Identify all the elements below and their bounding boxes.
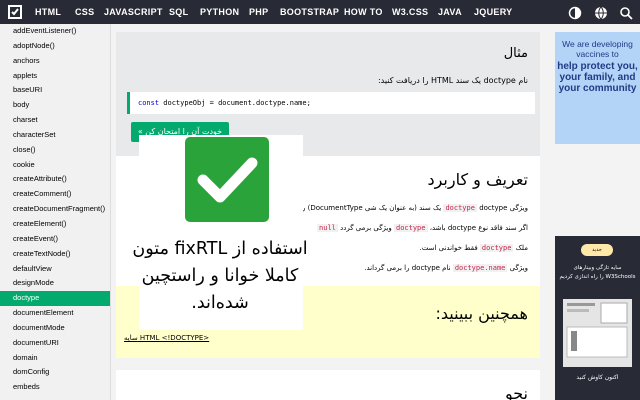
nav-item-javascript[interactable]: JAVASCRIPT	[104, 0, 163, 24]
sidebar-item[interactable]: baseURI	[0, 83, 110, 98]
syntax-title: نحو	[504, 384, 528, 400]
code-example: const doctypeObj = document.doctype.name…	[127, 92, 535, 114]
nav-item-w3css[interactable]: W3.CSS	[392, 0, 428, 24]
promo-text: استفاده از fixRTL متون کاملا خوانا و راس…	[132, 239, 308, 313]
webinar-ad[interactable]: جدید سایه تازگی وبینارهای W3Schools را ر…	[555, 236, 640, 400]
sidebar-item[interactable]: charset	[0, 113, 110, 128]
nav-item-bootstrap[interactable]: BOOTSTRAP	[280, 0, 339, 24]
nav-item-sql[interactable]: SQL	[169, 0, 188, 24]
right-ads-column: We are developing vaccines to help prote…	[555, 24, 640, 400]
sidebar-item[interactable]: createComment()	[0, 187, 110, 202]
definition-line: اگر سند فاقد نوع doctype باشد، doctype و…	[317, 224, 528, 232]
sidebar-item[interactable]: createDocumentFragment()	[0, 202, 110, 217]
globe-icon[interactable]	[594, 5, 608, 20]
nav-item-java[interactable]: JAVA	[438, 0, 462, 24]
nav-item-python[interactable]: PYTHON	[200, 0, 239, 24]
definition-title: تعریف و کاربرد	[427, 170, 528, 189]
sidebar-item[interactable]: createEvent()	[0, 232, 110, 247]
ad-cta[interactable]: اکنون کاوش کنید	[559, 374, 636, 381]
top-nav: HTML CSS JAVASCRIPT SQL PYTHON PHP BOOTS…	[0, 0, 640, 24]
sidebar-item[interactable]: documentElement	[0, 306, 110, 321]
sidebar-item-active[interactable]: doctype	[0, 291, 110, 307]
sidebar-item[interactable]: addEventListener()	[0, 24, 110, 39]
sidebar-item[interactable]: close()	[0, 143, 110, 158]
sidebar-item[interactable]: createAttribute()	[0, 172, 110, 187]
code-keyword: const	[138, 99, 160, 107]
sidebar-item[interactable]: embeds	[0, 380, 110, 395]
vaccine-ad[interactable]: We are developing vaccines to help prote…	[555, 32, 640, 144]
sidebar-item[interactable]: characterSet	[0, 128, 110, 143]
sidebar: addEventListener() adoptNode() anchors a…	[0, 24, 111, 400]
definition-line: ملک doctype فقط خواندنی است.	[419, 244, 528, 252]
code-text: doctypeObj = document.doctype.name;	[159, 99, 311, 107]
see-also-link[interactable]: سایه HTML <!DOCTYPE>	[124, 334, 209, 342]
sidebar-item[interactable]: createTextNode()	[0, 247, 110, 262]
ad-screenshot-image	[563, 291, 632, 367]
nav-item-html[interactable]: HTML	[35, 0, 61, 24]
sidebar-item[interactable]: documentMode	[0, 321, 110, 336]
example-description: نام doctype یک سند HTML را دریافت کنید:	[377, 76, 528, 85]
nav-item-css[interactable]: CSS	[75, 0, 94, 24]
nav-item-jquery[interactable]: JQUERY	[474, 0, 512, 24]
sidebar-item[interactable]: documentURI	[0, 336, 110, 351]
ad-text: سایه تازگی وبینارهای W3Schools را راه ان…	[559, 265, 636, 280]
definition-line: ویژگی doctype.name نام doctype را برمی گ…	[364, 264, 528, 272]
ad-text: We are developing vaccines to	[562, 39, 633, 59]
w3schools-logo-icon[interactable]	[6, 3, 24, 21]
sidebar-item[interactable]: applets	[0, 69, 110, 84]
sidebar-item[interactable]: designMode	[0, 276, 110, 291]
nav-item-php[interactable]: PHP	[249, 0, 268, 24]
ad-headline: help protect you, your family, and your …	[557, 61, 638, 94]
new-badge: جدید	[581, 244, 613, 256]
syntax-card: نحو	[116, 370, 540, 400]
sidebar-item[interactable]: domConfig	[0, 365, 110, 380]
checkmark-icon	[185, 137, 269, 222]
sidebar-item[interactable]: adoptNode()	[0, 39, 110, 54]
search-icon[interactable]	[619, 5, 633, 20]
sidebar-item[interactable]: body	[0, 98, 110, 113]
nav-item-howto[interactable]: HOW TO	[344, 0, 383, 24]
sidebar-item[interactable]: cookie	[0, 158, 110, 173]
sidebar-item[interactable]: domain	[0, 351, 110, 366]
sidebar-item[interactable]: createElement()	[0, 217, 110, 232]
example-title: مثال	[503, 46, 528, 61]
contrast-icon[interactable]	[568, 5, 582, 20]
sidebar-item[interactable]: anchors	[0, 54, 110, 69]
sidebar-item[interactable]: defaultView	[0, 262, 110, 277]
see-also-title: همچنین ببینید:	[435, 304, 529, 323]
